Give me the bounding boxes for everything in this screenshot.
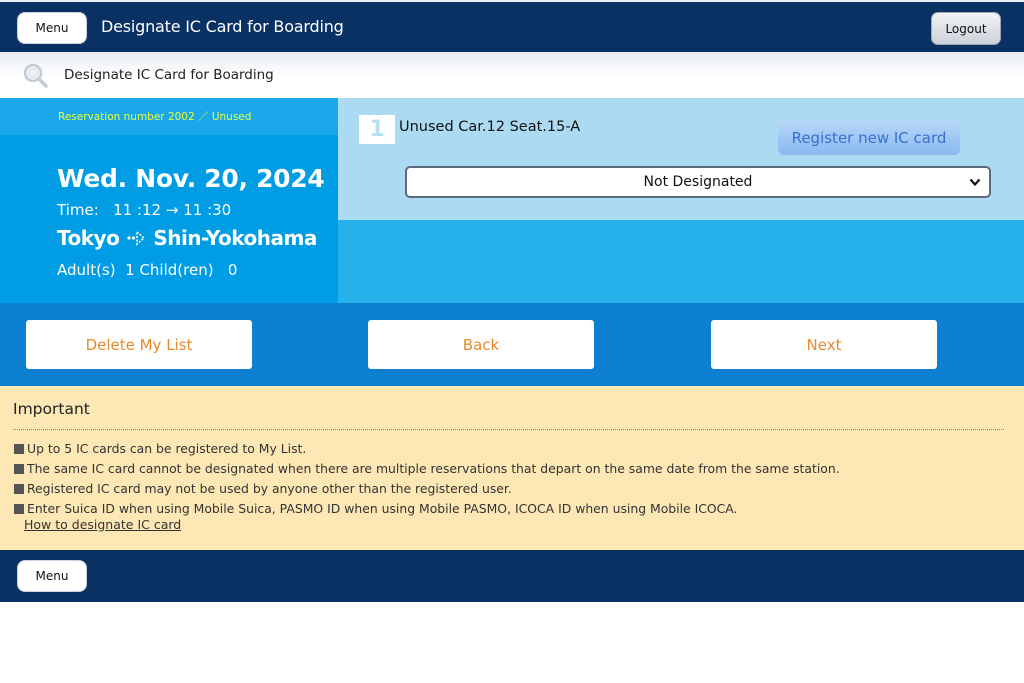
list-item: Registered IC card may not be used by an… xyxy=(14,479,840,499)
notice-text: Enter Suica ID when using Mobile Suica, … xyxy=(27,501,738,516)
header-title: Designate IC Card for Boarding xyxy=(101,17,344,36)
time-arrow: → xyxy=(165,201,179,219)
departure-time: 11 :12 xyxy=(113,201,162,219)
square-bullet-icon xyxy=(14,504,24,514)
arrival-station: Shin-Yokohama xyxy=(153,226,317,250)
page-title: Designate IC Card for Boarding xyxy=(64,67,274,83)
footer-menu-button[interactable]: Menu xyxy=(17,560,87,592)
page-heading-bar: Designate IC Card for Boarding xyxy=(0,52,1024,98)
notice-title: Important xyxy=(13,400,90,418)
reservation-panel: Reservation number 2002 ／ Unused Wed. No… xyxy=(0,98,338,303)
seat-card-panel-footer xyxy=(338,220,1024,303)
register-ic-card-button[interactable]: Register new IC card xyxy=(778,120,960,155)
action-bar: Delete My List Back Next xyxy=(0,303,1024,386)
list-item: The same IC card cannot be designated wh… xyxy=(14,459,840,479)
arrival-time: 11 :30 xyxy=(183,201,232,219)
time-label: Time: xyxy=(57,201,99,219)
reservation-number: Reservation number 2002 ／ Unused xyxy=(58,111,252,123)
ic-card-select[interactable]: Not Designated xyxy=(405,166,991,198)
travel-date: Wed. Nov. 20, 2024 xyxy=(57,164,325,193)
menu-button[interactable]: Menu xyxy=(17,12,87,44)
search-icon xyxy=(23,63,48,88)
seat-info: Unused Car.12 Seat.15-A xyxy=(399,119,581,135)
bottom-bar: Menu xyxy=(0,550,1024,602)
square-bullet-icon xyxy=(14,484,24,494)
top-bar: Menu Designate IC Card for Boarding Logo… xyxy=(0,0,1024,52)
delete-my-list-button[interactable]: Delete My List xyxy=(26,320,252,369)
seat-index: 1 xyxy=(359,115,395,144)
departure-station: Tokyo xyxy=(57,226,120,250)
next-button[interactable]: Next xyxy=(711,320,937,369)
important-notice: Important Up to 5 IC cards can be regist… xyxy=(0,386,1024,550)
ic-card-select-value: Not Designated xyxy=(643,174,753,190)
logout-button[interactable]: Logout xyxy=(931,12,1001,45)
list-item: Enter Suica ID when using Mobile Suica, … xyxy=(14,499,840,519)
notice-text: The same IC card cannot be designated wh… xyxy=(27,461,840,476)
square-bullet-icon xyxy=(14,444,24,454)
reservation-number-bar: Reservation number 2002 ／ Unused xyxy=(0,98,338,135)
passenger-count: Adult(s) 1 Child(ren) 0 xyxy=(57,261,238,279)
divider xyxy=(13,429,1004,430)
route: Tokyo Shin-Yokohama xyxy=(57,226,317,250)
square-bullet-icon xyxy=(14,464,24,474)
how-to-designate-link[interactable]: How to designate IC card xyxy=(24,517,181,532)
notice-list: Up to 5 IC cards can be registered to My… xyxy=(14,439,840,519)
notice-text: Registered IC card may not be used by an… xyxy=(27,481,512,496)
back-button[interactable]: Back xyxy=(368,320,594,369)
page: Menu Designate IC Card for Boarding Logo… xyxy=(0,0,1024,683)
travel-time: Time: 11 :12 → 11 :30 xyxy=(57,201,231,219)
list-item: Up to 5 IC cards can be registered to My… xyxy=(14,439,840,459)
chevron-down-icon xyxy=(969,178,981,187)
notice-text: Up to 5 IC cards can be registered to My… xyxy=(27,441,307,456)
seat-card-panel: 1 Unused Car.12 Seat.15-A Register new I… xyxy=(338,98,1024,220)
route-arrow-icon xyxy=(127,230,146,246)
